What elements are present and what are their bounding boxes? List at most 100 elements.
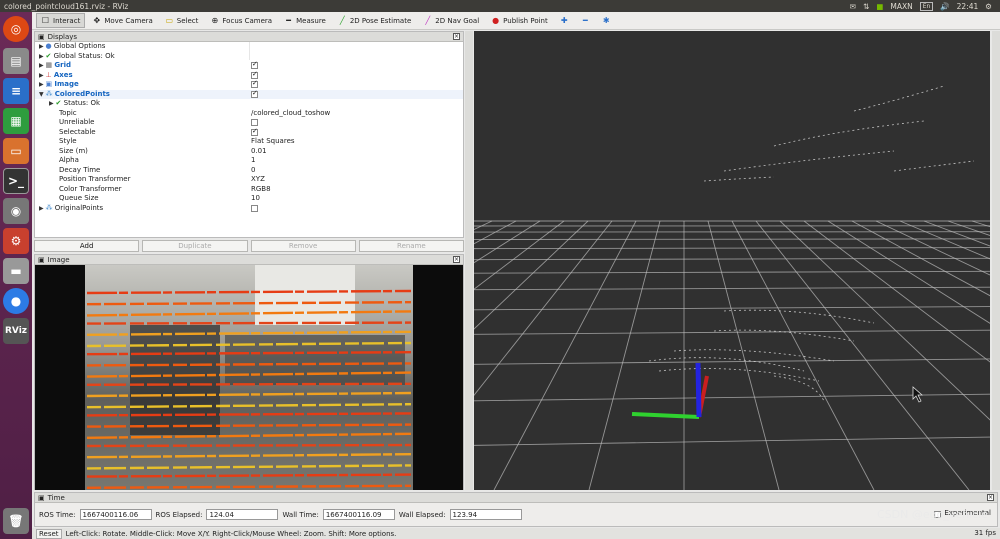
plus-icon: ✚ bbox=[560, 16, 568, 25]
ros-time-label: ROS Time: bbox=[39, 510, 76, 519]
displays-button-row: Add Duplicate Remove Rename bbox=[34, 240, 464, 252]
left-splitter[interactable] bbox=[465, 31, 473, 490]
display-row[interactable]: ▶ ▦ Grid bbox=[35, 60, 463, 71]
volume-icon[interactable]: 🔊 bbox=[940, 2, 949, 11]
display-row-label: Axes bbox=[53, 70, 73, 79]
close-icon[interactable]: × bbox=[453, 33, 460, 40]
drive-icon[interactable]: ▬ bbox=[3, 258, 29, 284]
gear-icon[interactable]: ⚙ bbox=[985, 2, 992, 11]
tool-interact[interactable]: ☐ Interact bbox=[36, 13, 86, 28]
language-indicator[interactable]: En bbox=[919, 1, 934, 11]
wall-time-field[interactable]: 1667400116.09 bbox=[322, 509, 395, 520]
display-row-value[interactable]: XYZ bbox=[251, 175, 265, 183]
scan-line bbox=[86, 382, 412, 386]
3d-view[interactable] bbox=[474, 31, 990, 490]
display-row-value[interactable]: 0 bbox=[251, 166, 255, 174]
add-button[interactable]: Add bbox=[34, 240, 140, 252]
image-panel-header: ▣ Image × bbox=[35, 255, 463, 265]
writer-icon[interactable]: ≡ bbox=[3, 78, 29, 104]
tool-focus-camera[interactable]: ⊕ Focus Camera bbox=[205, 13, 277, 28]
trash-icon[interactable]: 🗑 bbox=[3, 508, 29, 534]
display-row-checkbox[interactable] bbox=[251, 60, 258, 70]
display-row-value[interactable]: 1 bbox=[251, 156, 255, 164]
display-row[interactable]: Style Flat Squares bbox=[35, 137, 463, 147]
measure-icon: ━ bbox=[286, 16, 291, 25]
display-row-value[interactable]: Flat Squares bbox=[251, 137, 295, 145]
rviz-icon[interactable]: RViz bbox=[3, 318, 29, 344]
display-row[interactable]: Topic/colored_cloud_toshow bbox=[35, 109, 463, 119]
mail-icon[interactable]: ✉ bbox=[850, 2, 856, 11]
display-row-value[interactable]: /colored_cloud_toshow bbox=[251, 109, 330, 117]
duplicate-button[interactable]: Duplicate bbox=[142, 240, 248, 252]
display-row-checkbox[interactable] bbox=[251, 79, 258, 89]
display-row[interactable]: Color Transformer RGB8 bbox=[35, 185, 463, 195]
scan-line bbox=[86, 321, 412, 325]
time-row: ROS Time: 1667400116.06 ROS Elapsed: 124… bbox=[39, 509, 522, 520]
terminal-icon[interactable]: >_ bbox=[3, 168, 29, 194]
close-icon[interactable]: × bbox=[453, 256, 460, 263]
axis-z bbox=[695, 362, 702, 418]
display-row-checkbox[interactable] bbox=[251, 204, 258, 212]
wall-elapsed-field[interactable]: 123.94 bbox=[449, 509, 522, 520]
display-row-checkbox[interactable] bbox=[251, 89, 258, 98]
wall-window bbox=[255, 265, 355, 325]
files-icon[interactable]: ▤ bbox=[3, 48, 29, 74]
publish-point-icon: ● bbox=[492, 16, 500, 25]
display-row[interactable]: ▼ ⁂ ColoredPoints bbox=[35, 89, 463, 99]
display-row[interactable]: Selectable bbox=[35, 127, 463, 138]
display-row[interactable]: Size (m) 0.01 bbox=[35, 147, 463, 157]
display-row-value[interactable]: RGB8 bbox=[251, 185, 271, 193]
display-row[interactable]: Decay Time 0 bbox=[35, 166, 463, 176]
3d-view-background bbox=[474, 31, 990, 490]
close-icon[interactable]: × bbox=[987, 494, 994, 501]
ros-elapsed-field[interactable]: 124.04 bbox=[206, 509, 279, 520]
display-row-label: Style bbox=[59, 137, 77, 145]
impress-icon[interactable]: ▭ bbox=[3, 138, 29, 164]
display-row-checkbox[interactable] bbox=[251, 70, 258, 79]
display-row-checkbox[interactable] bbox=[251, 119, 258, 126]
focus-camera-icon: ⊕ bbox=[211, 16, 219, 25]
display-row-label: Image bbox=[54, 80, 79, 88]
rename-button[interactable]: Rename bbox=[358, 240, 464, 252]
remove-tool-button[interactable]: ━ bbox=[576, 13, 595, 28]
settings-icon[interactable]: ⚙ bbox=[3, 228, 29, 254]
column-separator[interactable] bbox=[249, 42, 250, 60]
tool-publish-point[interactable]: ● Publish Point bbox=[486, 13, 553, 28]
display-row[interactable]: ▶ ⊥ Axes bbox=[35, 70, 463, 81]
tool-2d-nav-goal[interactable]: ╱ 2D Nav Goal bbox=[418, 13, 484, 28]
camera-icon[interactable]: ◉ bbox=[3, 198, 29, 224]
remove-button[interactable]: Remove bbox=[250, 240, 356, 252]
reset-button[interactable]: Reset bbox=[36, 528, 62, 539]
gpu-icon[interactable]: ■ bbox=[876, 2, 883, 11]
right-splitter[interactable] bbox=[992, 31, 1000, 490]
tool-move-camera[interactable]: ✥ Move Camera bbox=[87, 13, 157, 28]
tool-select[interactable]: ▭ Select bbox=[160, 13, 204, 28]
display-row-value[interactable]: 0.01 bbox=[251, 147, 267, 155]
display-row[interactable]: ▶ ▣ Image bbox=[35, 79, 463, 90]
display-row-label: Size (m) bbox=[59, 146, 88, 155]
display-row[interactable]: Alpha 1 bbox=[35, 156, 463, 166]
display-row-checkbox[interactable] bbox=[251, 127, 258, 136]
tool-2d-pose-estimate[interactable]: ╱ 2D Pose Estimate bbox=[333, 13, 416, 28]
power-mode-label[interactable]: MAXN bbox=[890, 2, 912, 11]
display-row[interactable]: ▶ ✔ Status: Ok bbox=[35, 99, 463, 109]
network-icon[interactable]: ⇅ bbox=[863, 2, 869, 11]
display-row-value[interactable]: 10 bbox=[251, 194, 260, 202]
calc-icon[interactable]: ▦ bbox=[3, 108, 29, 134]
display-row-label: Selectable bbox=[59, 127, 96, 136]
ubuntu-icon[interactable]: ◎ bbox=[3, 16, 29, 42]
display-row[interactable]: ▶ ⁂ OriginalPoints bbox=[35, 204, 463, 214]
rviz-window: ☐ Interact ✥ Move Camera ▭ Select ⊕ Focus Ca… bbox=[32, 12, 1000, 539]
add-tool-button[interactable]: ✚ bbox=[555, 13, 574, 28]
display-row[interactable]: Position Transformer XYZ bbox=[35, 175, 463, 185]
pointcloud-icon: ⁂ bbox=[45, 203, 55, 212]
tool-measure[interactable]: ━ Measure bbox=[279, 13, 331, 28]
ros-time-field[interactable]: 1667400116.06 bbox=[79, 509, 152, 520]
chrome-icon[interactable]: ● bbox=[3, 288, 29, 314]
tool-properties-button[interactable]: ✱ bbox=[597, 13, 616, 28]
minus-icon: ━ bbox=[582, 16, 588, 25]
display-row-label: Grid bbox=[54, 61, 71, 69]
display-row[interactable]: Queue Size 10 bbox=[35, 194, 463, 204]
display-row[interactable]: Unreliable bbox=[35, 118, 463, 128]
clock[interactable]: 22:41 bbox=[957, 2, 979, 11]
